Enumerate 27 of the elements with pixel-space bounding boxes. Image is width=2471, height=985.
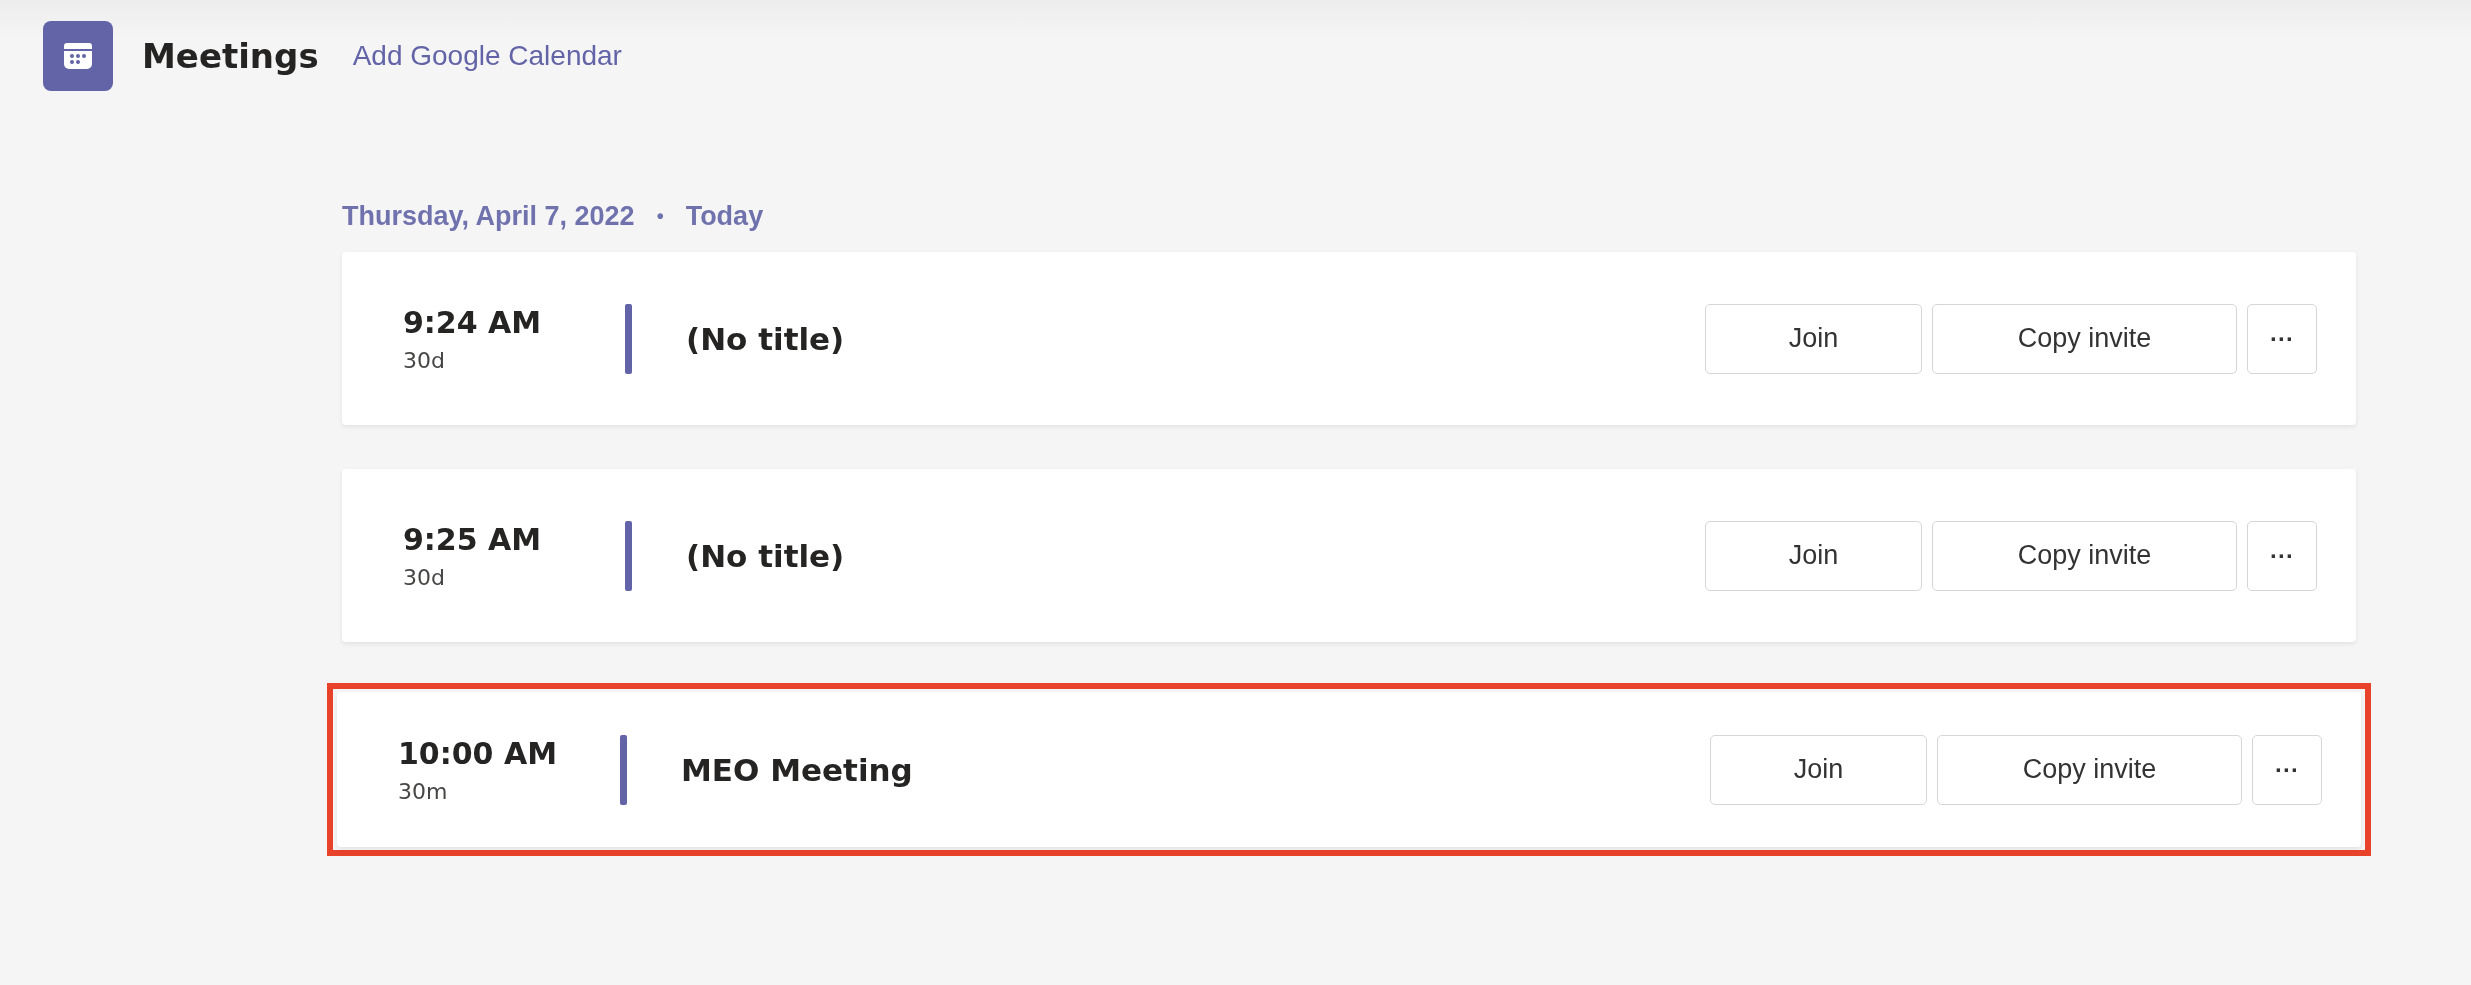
date-heading: Thursday, April 7, 2022	[342, 200, 635, 232]
copy-invite-button[interactable]: Copy invite	[1932, 520, 2237, 591]
join-button[interactable]: Join	[1705, 520, 1922, 591]
copy-invite-button[interactable]: Copy invite	[1937, 734, 2242, 805]
calendar-icon	[43, 21, 113, 91]
copy-invite-button[interactable]: Copy invite	[1932, 303, 2237, 374]
meeting-duration: 30m	[398, 778, 449, 804]
accent-bar	[625, 520, 632, 591]
more-button[interactable]: ···	[2252, 734, 2322, 805]
meeting-title: MEO Meeting	[681, 751, 914, 788]
accent-bar	[620, 734, 627, 805]
meeting-time: 9:24 AM	[403, 304, 543, 340]
meeting-duration: 30d	[403, 564, 446, 590]
meeting-time: 9:25 AM	[403, 521, 543, 557]
add-calendar-link[interactable]: Add Google Calendar	[352, 40, 622, 72]
page-title: Meetings	[142, 36, 319, 76]
more-button[interactable]: ···	[2247, 520, 2317, 591]
meeting-title: (No title)	[686, 320, 846, 357]
meeting-duration: 30d	[403, 347, 446, 373]
join-button[interactable]: Join	[1705, 303, 1922, 374]
separator-dot: •	[656, 204, 664, 228]
today-label: Today	[685, 200, 764, 232]
meeting-time: 10:00 AM	[398, 735, 558, 771]
accent-bar	[625, 303, 632, 374]
join-button[interactable]: Join	[1710, 734, 1927, 805]
meeting-title: (No title)	[686, 537, 846, 574]
more-button[interactable]: ···	[2247, 303, 2317, 374]
